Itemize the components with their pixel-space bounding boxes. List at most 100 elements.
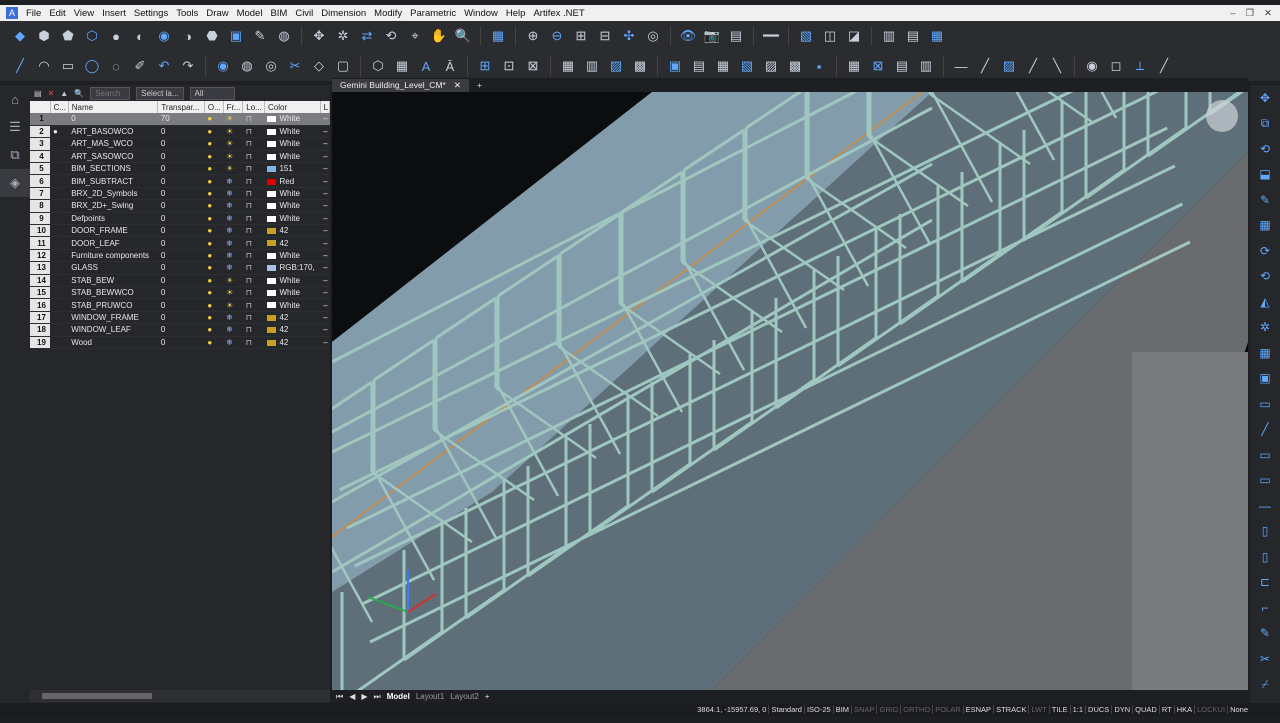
layer-name[interactable]: DOOR_FRAME: [68, 224, 158, 238]
layer-row[interactable]: 13 GLASS 0 ● ❄ ⊓ RGB:170, –: [30, 261, 330, 275]
linetype-cell[interactable]: –: [320, 286, 330, 300]
linetype-cell[interactable]: –: [320, 224, 330, 238]
toolbar-tool-icon[interactable]: ▨: [761, 56, 781, 76]
status-toggle-grid[interactable]: GRID: [876, 705, 900, 714]
right-tool-icon[interactable]: ▯: [1250, 519, 1280, 545]
toolbar-tool-icon[interactable]: ◉: [1082, 56, 1102, 76]
lightbulb-icon[interactable]: ●: [204, 113, 224, 126]
layer-name[interactable]: Wood: [68, 336, 158, 349]
layer-row[interactable]: 18 WINDOW_LEAF 0 ● ❄ ⊓ 42 –: [30, 323, 330, 337]
linetype-cell[interactable]: –: [320, 187, 330, 201]
right-tool-icon[interactable]: ╱: [1250, 417, 1280, 443]
layer-name[interactable]: Furniture components: [68, 249, 158, 263]
layer-color[interactable]: 42: [264, 311, 321, 325]
next-layout-icon[interactable]: ▶: [361, 692, 367, 701]
unlocked-icon[interactable]: ⊓: [242, 137, 265, 151]
right-tool-icon[interactable]: ◭: [1250, 289, 1280, 315]
toolbar-tool-icon[interactable]: ╱: [1154, 56, 1174, 76]
toolbar-tool-icon[interactable]: ◉: [213, 56, 233, 76]
menu-dimension[interactable]: Dimension: [317, 8, 370, 19]
toolbar-tool-icon[interactable]: ◌: [106, 56, 126, 76]
toolbar-tool-icon[interactable]: ◎: [643, 26, 663, 46]
right-tool-icon[interactable]: ⌿: [1250, 672, 1280, 698]
layer-name[interactable]: Defpoints: [68, 212, 158, 226]
toolbar-tool-icon[interactable]: ⊞: [571, 26, 591, 46]
toolbar-tool-icon[interactable]: ◫: [820, 26, 840, 46]
layer-transparency[interactable]: 0: [157, 311, 205, 325]
status-toggle-tile[interactable]: TILE: [1048, 705, 1070, 714]
layer-filter-dropdown[interactable]: Select la...: [136, 86, 184, 100]
column-header[interactable]: L: [320, 101, 331, 113]
toolbar-tool-icon[interactable]: ╱: [975, 56, 995, 76]
layer-row[interactable]: 9 Defpoints 0 ● ❄ ⊓ White –: [30, 212, 330, 226]
linetype-cell[interactable]: –: [320, 249, 330, 263]
layer-transparency[interactable]: 0: [157, 150, 205, 164]
lightbulb-icon[interactable]: ●: [204, 336, 224, 349]
unlocked-icon[interactable]: ⊓: [242, 286, 265, 300]
layer-row[interactable]: 14 STAB_BEW 0 ● ☀ ⊓ White –: [30, 274, 330, 287]
layer-name[interactable]: ART_SASOWCO: [68, 150, 158, 164]
thawed-sun-icon[interactable]: ☀: [223, 162, 243, 176]
minimize-icon[interactable]: –: [1230, 8, 1235, 19]
layer-row[interactable]: 15 STAB_BEWWCO 0 ● ☀ ⊓ White –: [30, 286, 330, 300]
column-header[interactable]: Color: [264, 101, 321, 113]
toolbar-tool-icon[interactable]: ⬡: [368, 56, 388, 76]
unlocked-icon[interactable]: ⊓: [242, 274, 265, 287]
layer-name[interactable]: STAB_BEWWCO: [68, 286, 158, 300]
tab-model[interactable]: Model: [387, 692, 410, 701]
layer-color[interactable]: White: [264, 150, 321, 164]
rebar-cage-3d-view[interactable]: [332, 92, 1248, 690]
properties-icon[interactable]: ☰: [0, 113, 30, 141]
menu-artifex-net[interactable]: Artifex .NET: [529, 8, 588, 19]
unlocked-icon[interactable]: ⊓: [242, 298, 265, 312]
layer-name[interactable]: BIM_SUBTRACT: [68, 174, 158, 188]
linetype-cell[interactable]: –: [320, 274, 330, 287]
menu-bim[interactable]: BIM: [266, 8, 291, 19]
right-tool-icon[interactable]: ▭: [1250, 442, 1280, 468]
right-tool-icon[interactable]: —: [1250, 493, 1280, 519]
close-tab-icon[interactable]: ✕: [454, 80, 461, 91]
toolbar-tool-icon[interactable]: ↷: [178, 56, 198, 76]
thawed-sun-icon[interactable]: ☀: [223, 137, 243, 151]
menu-parametric[interactable]: Parametric: [406, 8, 460, 19]
unlocked-icon[interactable]: ⊓: [242, 261, 265, 275]
prev-layout-icon[interactable]: ◀: [349, 692, 355, 701]
status-toggle-ducs[interactable]: DUCS: [1085, 705, 1111, 714]
toolbar-tool-icon[interactable]: ▦: [392, 56, 412, 76]
layer-row[interactable]: 11 DOOR_LEAF 0 ● ❄ ⊓ 42 –: [30, 236, 330, 250]
status-toggle-quad[interactable]: QUAD: [1132, 705, 1159, 714]
layer-transparency[interactable]: 0: [157, 323, 205, 337]
document-tab[interactable]: Gemini Building_Level_CM* ✕: [332, 78, 469, 92]
layer-transparency[interactable]: 0: [157, 224, 205, 238]
status-toggle-esnap[interactable]: ESNAP: [962, 705, 993, 714]
lightbulb-icon[interactable]: ●: [204, 174, 224, 188]
toolbar-tool-icon[interactable]: A: [416, 56, 436, 76]
linetype-cell[interactable]: –: [320, 150, 330, 164]
lightbulb-icon[interactable]: ●: [204, 311, 224, 325]
right-tool-icon[interactable]: ▣: [1250, 366, 1280, 392]
right-tool-icon[interactable]: ✥: [1250, 85, 1280, 111]
toolbar-tool-icon[interactable]: 📷: [702, 26, 722, 46]
toolbar-tool-icon[interactable]: ✣: [619, 26, 639, 46]
layer-color[interactable]: 42: [264, 336, 321, 349]
status-toggle-ortho[interactable]: ORTHO: [900, 705, 932, 714]
layer-row[interactable]: 1 0 70 ● ☀ ⊓ White –: [30, 113, 330, 126]
frozen-snowflake-icon[interactable]: ❄: [223, 261, 243, 275]
linetype-cell[interactable]: –: [320, 311, 330, 325]
thawed-sun-icon[interactable]: ☀: [223, 113, 243, 126]
toolbar-tool-icon[interactable]: ▦: [927, 26, 947, 46]
thawed-sun-icon[interactable]: ☀: [223, 274, 243, 287]
column-header[interactable]: C...: [50, 101, 69, 113]
layer-transparency[interactable]: 0: [157, 298, 205, 312]
toolbar-tool-icon[interactable]: ⊟: [595, 26, 615, 46]
right-tool-icon[interactable]: ▭: [1250, 391, 1280, 417]
toolbar-tool-icon[interactable]: ▦: [558, 56, 578, 76]
toolbar-tool-icon[interactable]: 🔍: [453, 26, 473, 46]
linetype-cell[interactable]: –: [320, 323, 330, 337]
layer-transparency[interactable]: 0: [157, 162, 205, 176]
lightbulb-icon[interactable]: ●: [204, 261, 224, 275]
unlocked-icon[interactable]: ⊓: [242, 224, 265, 238]
toolbar-tool-icon[interactable]: ▪: [809, 56, 829, 76]
lightbulb-icon[interactable]: ●: [204, 137, 224, 151]
column-header[interactable]: Transpar...: [157, 101, 205, 113]
